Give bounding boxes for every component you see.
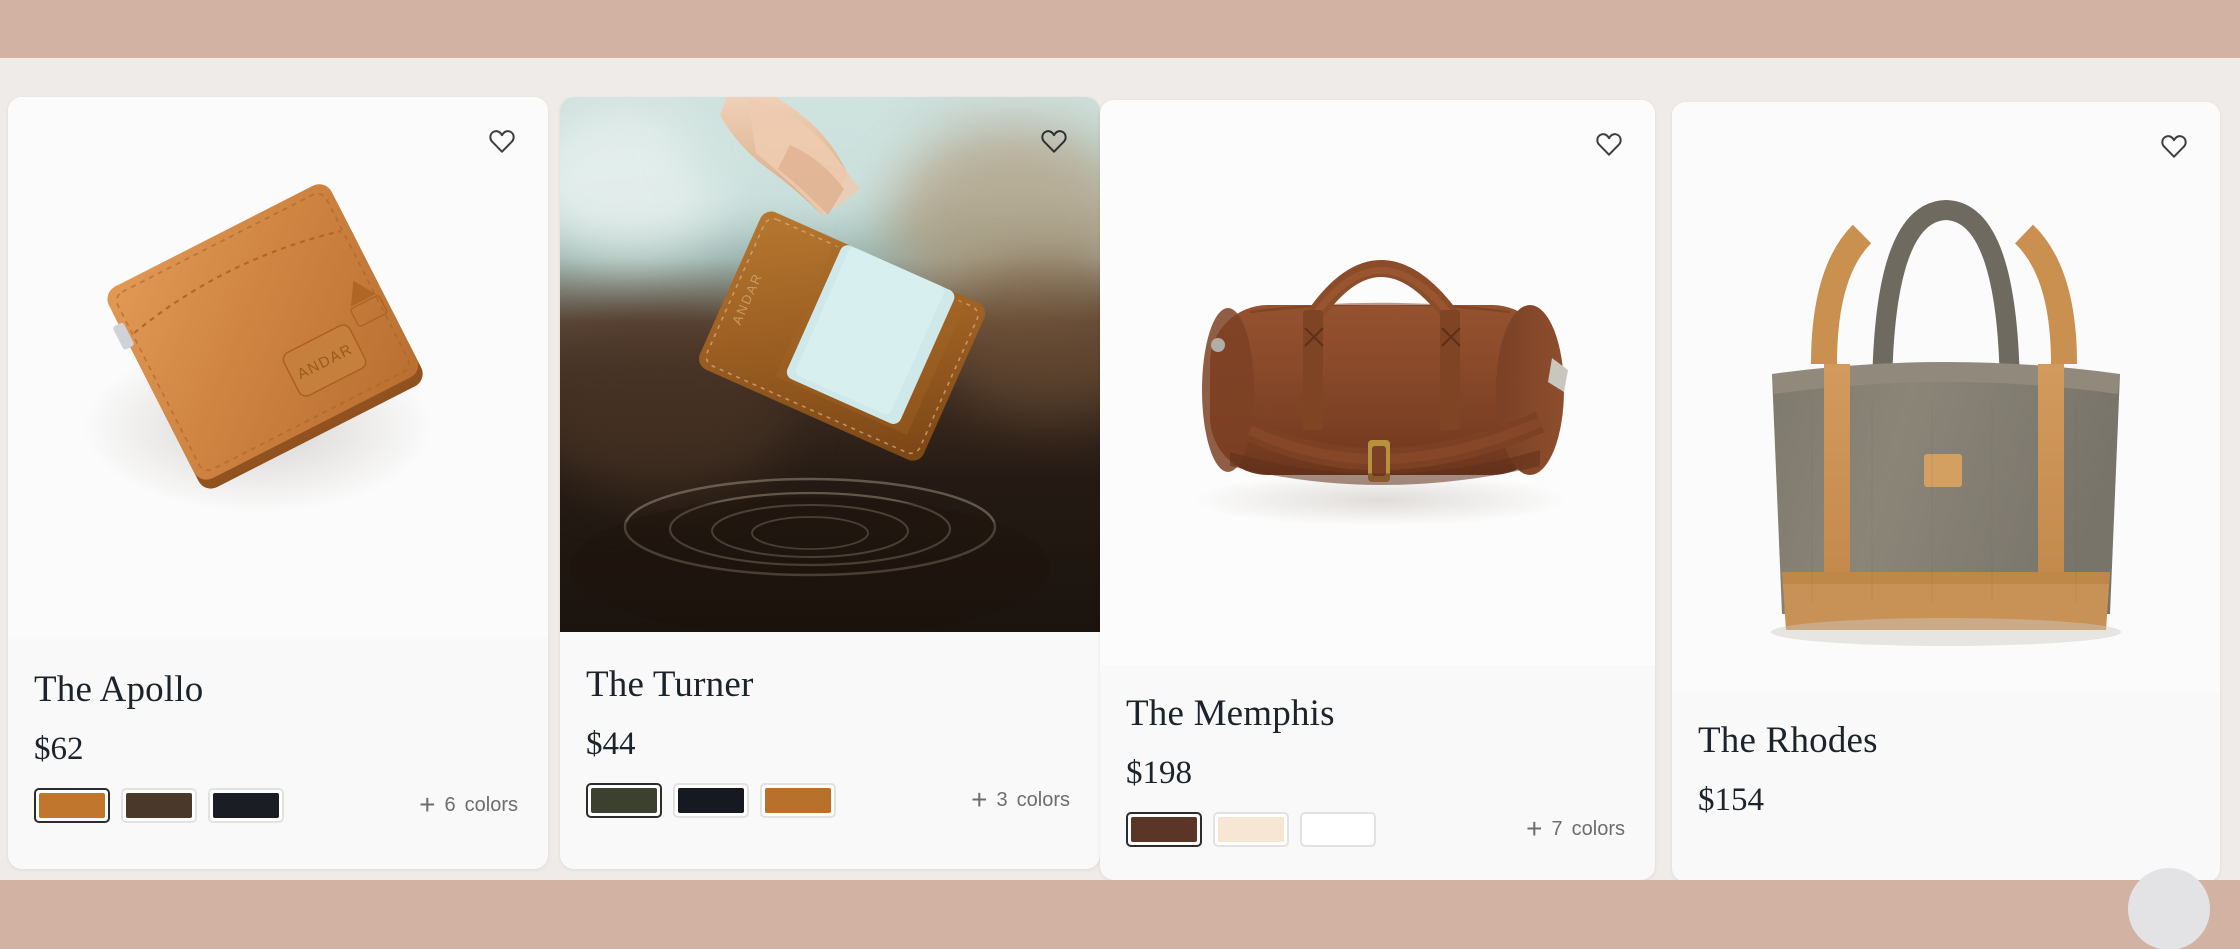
color-swatch-light-orange[interactable] [1300,812,1376,848]
product-info: The Apollo $62 + 6 colors [8,637,548,824]
color-swatch-dark-brown[interactable] [1126,812,1202,848]
color-swatch-tan[interactable] [760,783,836,819]
floating-chat-button[interactable] [2128,868,2210,949]
more-colors-label: colors [464,794,518,817]
heart-outline-icon [2160,133,2188,159]
swatch-chip [1131,817,1197,843]
heart-outline-icon [488,128,516,154]
decorative-band-top [0,0,2240,58]
product-info: The Rhodes $154 [1672,692,2220,817]
more-colors-count: 7 [1551,818,1563,841]
product-image[interactable] [1672,102,2220,692]
color-swatch-black[interactable] [208,788,284,824]
more-colors-link[interactable]: + 7 colors [1526,812,1629,844]
product-title: The Apollo [34,669,204,710]
wishlist-button[interactable] [1034,121,1074,161]
swatch-chip [213,793,279,819]
color-swatch-tan[interactable] [34,788,110,824]
color-swatches [586,783,836,819]
product-price: $154 [1698,781,1764,818]
color-swatch-row: + 6 colors [34,788,522,824]
page-viewport: ANDAR The Apollo $62 + 6 colors ANDAR Th… [0,0,2240,949]
color-swatch-row: + 7 colors [1126,812,1629,848]
color-swatch-cream[interactable] [1213,812,1289,848]
wallet-illustration: ANDAR [8,97,548,637]
product-title: The Turner [586,664,754,705]
more-colors-link[interactable]: + 3 colors [971,783,1074,815]
swatch-chip [126,793,192,819]
more-colors-count: 6 [444,794,456,817]
product-price: $62 [34,730,84,767]
product-image[interactable]: ANDAR [560,97,1100,632]
decorative-band-bottom [0,880,2240,949]
swatch-chip [1218,817,1284,843]
wishlist-button[interactable] [2154,126,2194,166]
wishlist-button[interactable] [482,121,522,161]
color-swatch-black[interactable] [673,783,749,819]
more-colors-label: colors [1571,818,1625,841]
product-image[interactable]: ANDAR [8,97,548,637]
swatch-chip [1305,817,1371,842]
more-colors-link[interactable]: + 6 colors [419,788,522,820]
swatch-chip [39,793,105,819]
product-card[interactable]: The Memphis $198 + 7 colors [1100,100,1655,880]
color-swatch-dark-brown[interactable] [121,788,197,824]
color-swatches [34,788,284,824]
product-title: The Rhodes [1698,720,1878,761]
product-price: $44 [586,725,636,762]
color-swatches [1126,812,1376,848]
lifestyle-photo-illustration: ANDAR [560,97,1100,632]
product-card[interactable]: ANDAR The Turner $44 + 3 colors [560,97,1100,869]
product-grid: ANDAR The Apollo $62 + 6 colors ANDAR Th… [0,0,2240,949]
plus-icon: + [1526,812,1543,844]
color-swatch-olive[interactable] [586,783,662,819]
swatch-chip [591,788,657,814]
swatch-chip [678,788,744,814]
tote-bag-illustration [1672,102,2220,692]
heart-outline-icon [1040,128,1068,154]
product-card[interactable]: ANDAR The Apollo $62 + 6 colors [8,97,548,869]
product-info: The Turner $44 + 3 colors [560,632,1100,819]
color-swatch-row: + 3 colors [586,783,1074,819]
product-info: The Memphis $198 + 7 colors [1100,665,1655,848]
product-image[interactable] [1100,100,1655,665]
product-price: $198 [1126,754,1192,791]
plus-icon: + [971,783,988,815]
heart-outline-icon [1595,131,1623,157]
wishlist-button[interactable] [1589,124,1629,164]
duffle-bag-illustration [1100,100,1655,665]
more-colors-count: 3 [996,789,1008,812]
plus-icon: + [419,788,436,820]
product-card[interactable]: The Rhodes $154 [1672,102,2220,882]
product-title: The Memphis [1126,693,1335,734]
more-colors-label: colors [1016,789,1070,812]
swatch-chip [765,788,831,814]
